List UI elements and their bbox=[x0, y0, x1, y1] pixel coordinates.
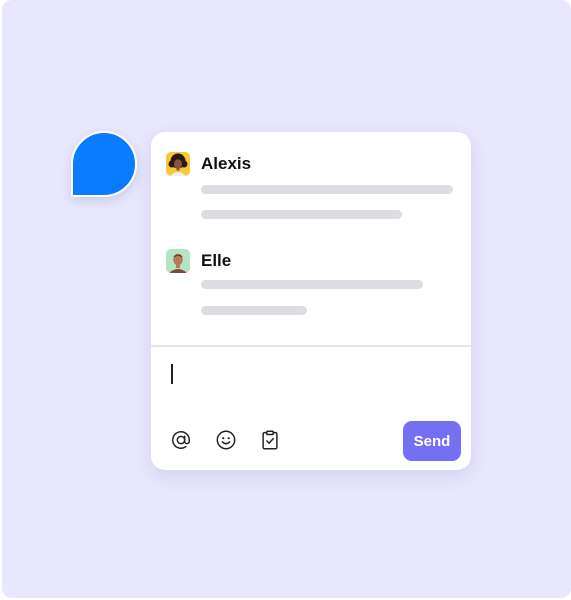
message-line-placeholder bbox=[201, 306, 307, 315]
send-button[interactable]: Send bbox=[403, 421, 461, 461]
text-cursor bbox=[171, 364, 173, 384]
avatar bbox=[166, 152, 190, 176]
mention-icon bbox=[172, 431, 190, 449]
avatar-elle-icon bbox=[166, 249, 190, 273]
clipboard-check-icon bbox=[262, 430, 278, 450]
chat-panel: Alexis Elle Send bbox=[151, 132, 471, 470]
chat-launcher-button[interactable] bbox=[71, 131, 137, 197]
message-author: Alexis bbox=[201, 154, 252, 173]
emoji-icon bbox=[216, 430, 236, 450]
mention-button[interactable] bbox=[169, 428, 193, 452]
message-line-placeholder bbox=[201, 210, 402, 219]
avatar-alexis-icon bbox=[166, 152, 190, 176]
message-composer[interactable]: Send bbox=[151, 347, 471, 470]
emoji-button[interactable] bbox=[214, 428, 238, 452]
message-line-placeholder bbox=[201, 185, 453, 194]
message-author: Elle bbox=[201, 251, 232, 270]
message-line-placeholder bbox=[201, 280, 423, 289]
avatar bbox=[166, 249, 190, 273]
task-button[interactable] bbox=[258, 428, 282, 452]
